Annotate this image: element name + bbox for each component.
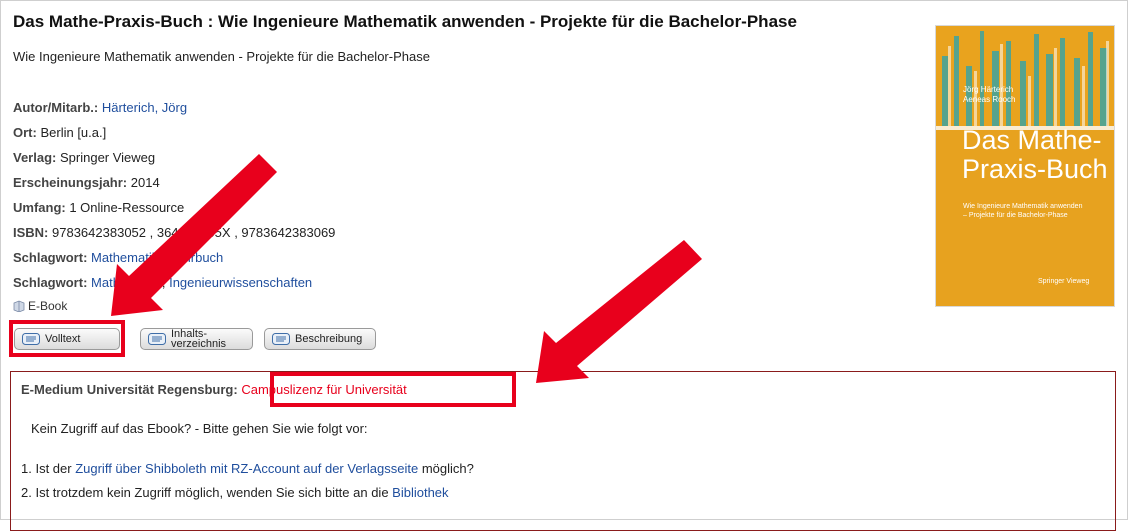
cover-title-line1: Das Mathe- bbox=[962, 125, 1102, 155]
record-title: Das Mathe-Praxis-Buch : Wie Ingenieure M… bbox=[13, 12, 797, 31]
cover-title-line2: Praxis-Buch bbox=[962, 154, 1108, 184]
meta-place: Ort: Berlin [u.a.] bbox=[13, 125, 106, 140]
highlight-box-fulltext bbox=[9, 320, 125, 357]
access-institution: E-Medium Universität Regensburg: bbox=[21, 382, 238, 397]
subject-link-mathematik[interactable]: Mathematik bbox=[91, 250, 158, 265]
access-step-2: 2. Ist trotzdem kein Zugriff möglich, we… bbox=[21, 485, 449, 500]
book-cover[interactable]: Jörg Härterich Aeneas Rooch Das Mathe- P… bbox=[936, 26, 1114, 306]
meta-year: Erscheinungsjahr: 2014 bbox=[13, 175, 160, 190]
meta-publisher-value: Springer Vieweg bbox=[59, 150, 156, 165]
cover-authors: Jörg Härterich Aeneas Rooch bbox=[963, 85, 1015, 105]
subject-separator-2: ; bbox=[158, 275, 170, 290]
shibboleth-link[interactable]: Zugriff über Shibboleth mit RZ-Account a… bbox=[75, 461, 418, 476]
cover-publisher: Springer Vieweg bbox=[1038, 278, 1090, 285]
cover-pattern bbox=[936, 26, 1114, 126]
cover-author-2: Aeneas Rooch bbox=[963, 95, 1016, 104]
meta-subject-2: Schlagwort: Mathematik ; Ingenieurwissen… bbox=[13, 275, 312, 290]
format-ebook: E-Book bbox=[13, 299, 67, 313]
toc-label: Inhalts- verzeichnis bbox=[171, 329, 227, 350]
ebook-icon bbox=[13, 300, 25, 312]
meta-year-label: Erscheinungsjahr: bbox=[13, 175, 128, 190]
description-button[interactable]: Beschreibung bbox=[264, 328, 376, 350]
subject-link-lehrbuch[interactable]: Lehrbuch bbox=[169, 250, 223, 265]
meta-subject-1: Schlagwort: Mathematik ; Lehrbuch bbox=[13, 250, 223, 265]
toc-button[interactable]: Inhalts- verzeichnis bbox=[140, 328, 253, 350]
step-2-prefix: 2. Ist trotzdem kein Zugriff möglich, we… bbox=[21, 485, 393, 500]
cover-description: Wie Ingenieure Mathematik anwenden – Pro… bbox=[963, 203, 1083, 219]
meta-author-label: Autor/Mitarb.: bbox=[13, 100, 99, 115]
toc-label-line2: verzeichnis bbox=[171, 338, 227, 350]
step-1-prefix: 1. Ist der bbox=[21, 461, 76, 476]
meta-extent: Umfang: 1 Online-Ressource bbox=[13, 200, 184, 215]
meta-author: Autor/Mitarb.: Härterich, Jörg bbox=[13, 100, 187, 115]
highlight-box-license bbox=[270, 372, 516, 407]
meta-year-value: 2014 bbox=[130, 175, 160, 190]
record-subtitle: Wie Ingenieure Mathematik anwenden - Pro… bbox=[13, 49, 430, 64]
description-label: Beschreibung bbox=[295, 333, 363, 345]
cover-author-1: Jörg Härterich bbox=[963, 85, 1014, 94]
cover-title: Das Mathe- Praxis-Buch bbox=[962, 126, 1108, 184]
no-access-text: Kein Zugriff auf das Ebook? - Bitte gehe… bbox=[31, 421, 368, 436]
meta-isbn: ISBN: 9783642383052 , 364238305X , 97836… bbox=[13, 225, 335, 240]
meta-subject-1-label: Schlagwort: bbox=[13, 250, 88, 265]
access-step-1: 1. Ist der Zugriff über Shibboleth mit R… bbox=[21, 461, 474, 476]
meta-place-label: Ort: bbox=[13, 125, 37, 140]
meta-isbn-value: 9783642383052 , 364238305X , 97836423830… bbox=[52, 225, 336, 240]
author-link[interactable]: Härterich, Jörg bbox=[102, 100, 187, 115]
format-label: E-Book bbox=[28, 299, 68, 313]
document-icon bbox=[148, 333, 166, 345]
meta-isbn-label: ISBN: bbox=[13, 225, 49, 240]
meta-subject-2-label: Schlagwort: bbox=[13, 275, 88, 290]
meta-extent-label: Umfang: bbox=[13, 200, 66, 215]
subject-link-ingenieurwissenschaften[interactable]: Ingenieurwissenschaften bbox=[169, 275, 312, 290]
meta-publisher-label: Verlag: bbox=[13, 150, 57, 165]
step-1-suffix: möglich? bbox=[418, 461, 474, 476]
subject-separator: ; bbox=[158, 250, 170, 265]
meta-place-value: Berlin [u.a.] bbox=[40, 125, 107, 140]
meta-extent-value: 1 Online-Ressource bbox=[69, 200, 185, 215]
document-icon bbox=[272, 333, 290, 345]
meta-publisher: Verlag: Springer Vieweg bbox=[13, 150, 155, 165]
subject-link-mathematik-2[interactable]: Mathematik bbox=[91, 275, 158, 290]
library-link[interactable]: Bibliothek bbox=[392, 485, 448, 500]
